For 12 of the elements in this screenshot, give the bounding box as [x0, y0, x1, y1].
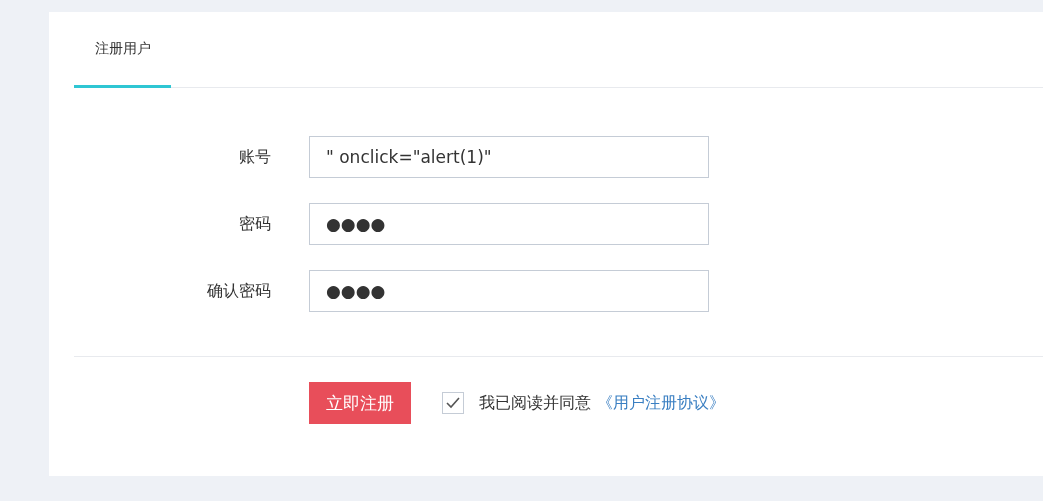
field-label: 确认密码 — [206, 280, 271, 302]
input-field[interactable]: " onclick="alert(1)" — [309, 136, 709, 178]
agreement-checkbox[interactable] — [442, 392, 464, 414]
agreement-text: 我已阅读并同意 — [479, 392, 591, 414]
input-field[interactable]: ●●●● — [309, 203, 709, 245]
check-icon — [446, 397, 460, 409]
field-label: 密码 — [238, 213, 271, 235]
agreement-link[interactable]: 《用户注册协议》 — [597, 392, 725, 414]
input-field[interactable]: ●●●● — [309, 270, 709, 312]
register-button[interactable]: 立即注册 — [309, 382, 411, 424]
tab[interactable]: 注册用户 — [74, 13, 171, 88]
field-label: 账号 — [238, 146, 271, 168]
